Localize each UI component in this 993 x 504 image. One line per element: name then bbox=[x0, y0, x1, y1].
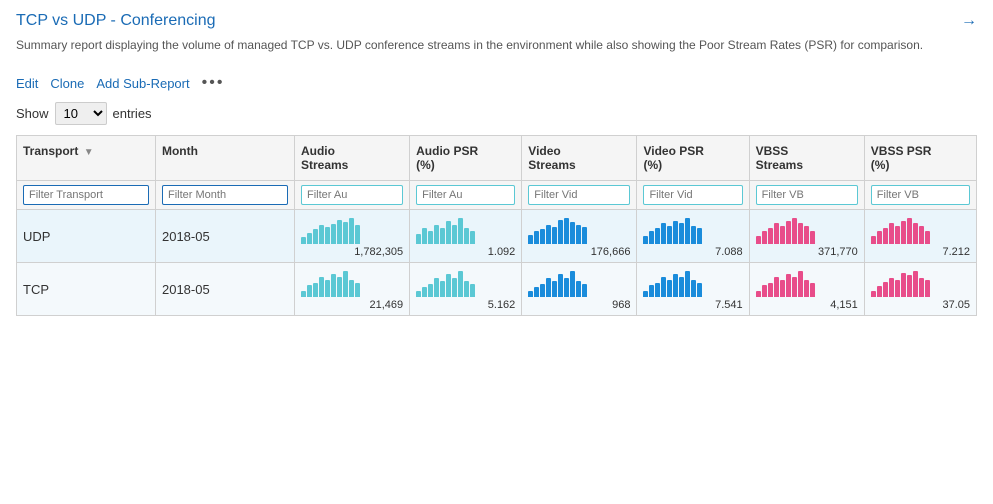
filter-audio-input[interactable] bbox=[301, 185, 403, 205]
filter-vbss-cell bbox=[749, 181, 864, 210]
col-month: Month bbox=[155, 136, 294, 181]
vbss-psr-cell: 37.05 bbox=[864, 263, 976, 316]
chart-value-label: 37.05 bbox=[871, 299, 970, 311]
filter-audio-psr-input[interactable] bbox=[416, 185, 515, 205]
transport-cell: TCP bbox=[17, 263, 156, 316]
edit-link[interactable]: Edit bbox=[16, 76, 38, 91]
audio-psr-cell: 1.092 bbox=[410, 210, 522, 263]
chart-value-label: 21,469 bbox=[301, 299, 403, 311]
mini-chart bbox=[871, 214, 970, 244]
filter-vbss-psr-input[interactable] bbox=[871, 185, 970, 205]
filter-row bbox=[17, 181, 977, 210]
filter-transport-cell bbox=[17, 181, 156, 210]
table-row: UDP2018-05 1,782,305 1.092 176,666 7.088 371,… bbox=[17, 210, 977, 263]
mini-chart bbox=[756, 214, 858, 244]
transport-cell: UDP bbox=[17, 210, 156, 263]
month-cell: 2018-05 bbox=[155, 210, 294, 263]
audio-streams-cell: 21,469 bbox=[294, 263, 409, 316]
sort-arrow-icon: ▼ bbox=[84, 147, 94, 158]
mini-chart bbox=[301, 267, 403, 297]
video-streams-cell: 968 bbox=[522, 263, 637, 316]
chart-value-label: 1,782,305 bbox=[301, 246, 403, 258]
vbss-psr-cell: 7.212 bbox=[864, 210, 976, 263]
mini-chart bbox=[528, 214, 630, 244]
add-sub-report-link[interactable]: Add Sub-Report bbox=[96, 76, 189, 91]
mini-chart bbox=[756, 267, 858, 297]
entries-select[interactable]: 10 25 50 100 bbox=[55, 102, 107, 125]
mini-chart bbox=[416, 267, 515, 297]
col-vbss-psr: VBSS PSR(%) bbox=[864, 136, 976, 181]
chart-value-label: 7.212 bbox=[871, 246, 970, 258]
vbss-streams-cell: 4,151 bbox=[749, 263, 864, 316]
chart-value-label: 5.162 bbox=[416, 299, 515, 311]
audio-psr-cell: 5.162 bbox=[410, 263, 522, 316]
page-description: Summary report displaying the volume of … bbox=[16, 36, 976, 54]
video-streams-cell: 176,666 bbox=[522, 210, 637, 263]
entries-label: entries bbox=[113, 106, 152, 121]
filter-month-cell bbox=[155, 181, 294, 210]
col-audio-psr: Audio PSR(%) bbox=[410, 136, 522, 181]
col-vbss-streams: VBSSStreams bbox=[749, 136, 864, 181]
filter-audio-psr-cell bbox=[410, 181, 522, 210]
mini-chart bbox=[301, 214, 403, 244]
video-psr-cell: 7.541 bbox=[637, 263, 749, 316]
chart-value-label: 7.541 bbox=[643, 299, 742, 311]
page-title-bar: TCP vs UDP - Conferencing → bbox=[16, 12, 977, 30]
chart-value-label: 1.092 bbox=[416, 246, 515, 258]
filter-transport-input[interactable] bbox=[23, 185, 149, 205]
navigate-arrow-icon[interactable]: → bbox=[961, 12, 977, 30]
table-row: TCP2018-05 21,469 5.162 968 7.541 4,151 37.05 bbox=[17, 263, 977, 316]
more-options-button[interactable]: ••• bbox=[202, 74, 225, 92]
filter-vbss-input[interactable] bbox=[756, 185, 858, 205]
month-cell: 2018-05 bbox=[155, 263, 294, 316]
mini-chart bbox=[416, 214, 515, 244]
filter-video-psr-cell bbox=[637, 181, 749, 210]
filter-video-input[interactable] bbox=[528, 185, 630, 205]
chart-value-label: 371,770 bbox=[756, 246, 858, 258]
col-audio-streams: AudioStreams bbox=[294, 136, 409, 181]
data-table: Transport ▼ Month AudioStreams Audio PSR… bbox=[16, 135, 977, 316]
chart-value-label: 4,151 bbox=[756, 299, 858, 311]
chart-value-label: 176,666 bbox=[528, 246, 630, 258]
vbss-streams-cell: 371,770 bbox=[749, 210, 864, 263]
show-label: Show bbox=[16, 106, 49, 121]
chart-value-label: 7.088 bbox=[643, 246, 742, 258]
filter-video-cell bbox=[522, 181, 637, 210]
col-video-streams: VideoStreams bbox=[522, 136, 637, 181]
mini-chart bbox=[643, 267, 742, 297]
mini-chart bbox=[871, 267, 970, 297]
filter-audio-cell bbox=[294, 181, 409, 210]
toolbar: Edit Clone Add Sub-Report ••• bbox=[16, 74, 977, 92]
mini-chart bbox=[643, 214, 742, 244]
page-title: TCP vs UDP - Conferencing bbox=[16, 12, 215, 30]
audio-streams-cell: 1,782,305 bbox=[294, 210, 409, 263]
filter-video-psr-input[interactable] bbox=[643, 185, 742, 205]
col-video-psr: Video PSR(%) bbox=[637, 136, 749, 181]
show-entries-control: Show 10 25 50 100 entries bbox=[16, 102, 977, 125]
mini-chart bbox=[528, 267, 630, 297]
col-transport[interactable]: Transport ▼ bbox=[17, 136, 156, 181]
chart-value-label: 968 bbox=[528, 299, 630, 311]
filter-vbss-psr-cell bbox=[864, 181, 976, 210]
video-psr-cell: 7.088 bbox=[637, 210, 749, 263]
filter-month-input[interactable] bbox=[162, 185, 288, 205]
clone-link[interactable]: Clone bbox=[50, 76, 84, 91]
table-header-row: Transport ▼ Month AudioStreams Audio PSR… bbox=[17, 136, 977, 181]
